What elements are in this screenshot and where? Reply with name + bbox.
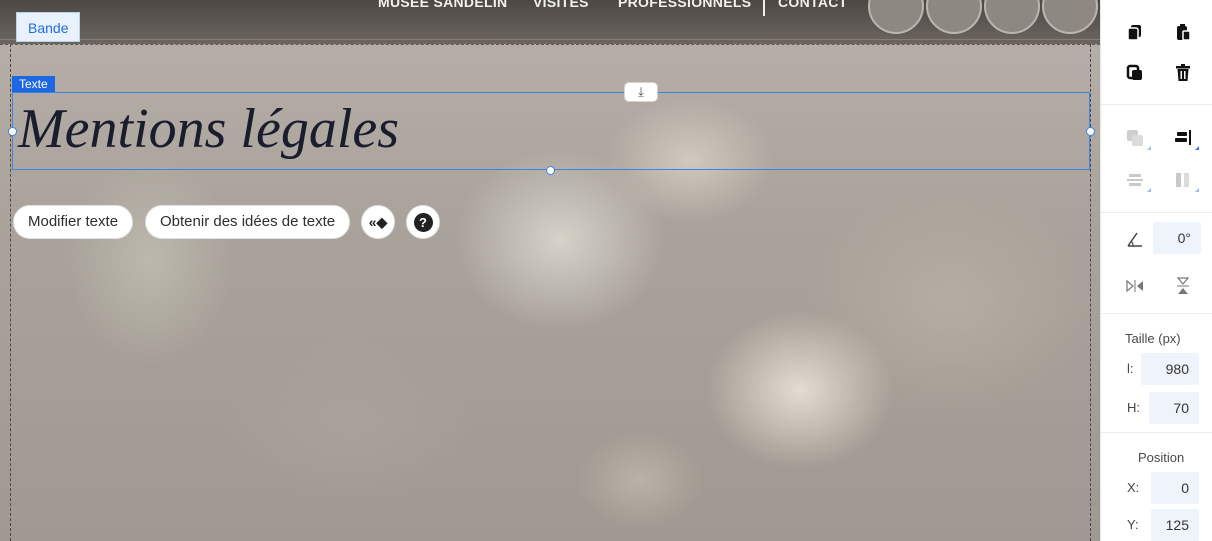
inspector-panel: 0° Taille (px) l: 980 H: 70 Position X: …: [1100, 0, 1212, 541]
strip-top-guide: [0, 44, 1100, 45]
twitter-icon[interactable]: [926, 0, 982, 34]
x-field[interactable]: 0: [1151, 472, 1199, 504]
nav-link-visites[interactable]: VISITES: [533, 0, 589, 9]
arrange-dropdown-indicator: [1147, 146, 1151, 150]
panel-divider: [1101, 432, 1212, 433]
width-field[interactable]: 980: [1141, 353, 1199, 385]
size-label: Taille (px): [1125, 331, 1181, 346]
y-field[interactable]: 125: [1151, 509, 1199, 541]
help-icon: ?: [413, 212, 433, 232]
match-size-dropdown-indicator: [1195, 188, 1199, 192]
align-dropdown-indicator: [1195, 146, 1199, 150]
match-size-icon[interactable]: [1173, 170, 1193, 190]
height-field[interactable]: 70: [1149, 392, 1199, 424]
nav-link-musee[interactable]: MUSEE SANDELIN: [378, 0, 507, 9]
youtube-icon[interactable]: [984, 0, 1040, 34]
anchor-download-icon[interactable]: ⤓: [624, 82, 658, 102]
distribute-dropdown-indicator: [1147, 188, 1151, 192]
flip-vertical-icon[interactable]: [1173, 276, 1193, 296]
delete-icon[interactable]: [1173, 63, 1193, 83]
editor-canvas[interactable]: MUSEE SANDELIN VISITES PROFESSIONNELS CO…: [0, 0, 1100, 541]
distribute-icon[interactable]: [1125, 170, 1145, 190]
band-label[interactable]: Bande: [16, 12, 81, 42]
right-guide: [1090, 44, 1091, 541]
height-prefix: H:: [1127, 400, 1140, 415]
width-prefix: l:: [1127, 361, 1134, 376]
nav-separator: [763, 0, 765, 16]
nav-link-professionnels[interactable]: PROFESSIONNELS: [618, 0, 751, 9]
rotate-angle-icon: [1127, 232, 1142, 247]
y-prefix: Y:: [1127, 517, 1139, 532]
panel-divider: [1101, 313, 1212, 314]
resize-handle-left[interactable]: [8, 127, 17, 136]
x-prefix: X:: [1127, 480, 1140, 495]
panel-divider: [1101, 212, 1212, 213]
panel-divider: [1101, 104, 1212, 105]
resize-handle-bottom[interactable]: [546, 166, 555, 175]
align-right-icon[interactable]: [1173, 128, 1193, 148]
flip-horizontal-icon[interactable]: [1125, 276, 1145, 296]
facebook-icon[interactable]: [868, 0, 924, 34]
resize-handle-right[interactable]: [1086, 127, 1095, 136]
instagram-icon[interactable]: [1042, 0, 1098, 34]
page-title: Mentions légales: [18, 98, 400, 160]
site-header-strip: MUSEE SANDELIN VISITES PROFESSIONNELS CO…: [0, 0, 1100, 44]
help-button[interactable]: ?: [406, 205, 440, 239]
rotation-field[interactable]: 0°: [1153, 222, 1201, 254]
edit-text-button[interactable]: Modifier texte: [13, 205, 134, 239]
selection-tag: Texte: [12, 76, 55, 92]
copy-icon[interactable]: [1125, 22, 1145, 42]
header-divider: [0, 39, 1100, 40]
duplicate-icon[interactable]: [1125, 63, 1145, 83]
nav-link-contact[interactable]: CONTACT: [778, 0, 848, 9]
text-ideas-button[interactable]: Obtenir des idées de texte: [145, 205, 351, 239]
left-guide: [10, 44, 11, 541]
arrange-icon[interactable]: [1125, 128, 1145, 148]
animation-icon[interactable]: «◆: [361, 205, 395, 239]
paste-icon[interactable]: [1173, 22, 1193, 42]
position-label: Position: [1138, 450, 1185, 465]
